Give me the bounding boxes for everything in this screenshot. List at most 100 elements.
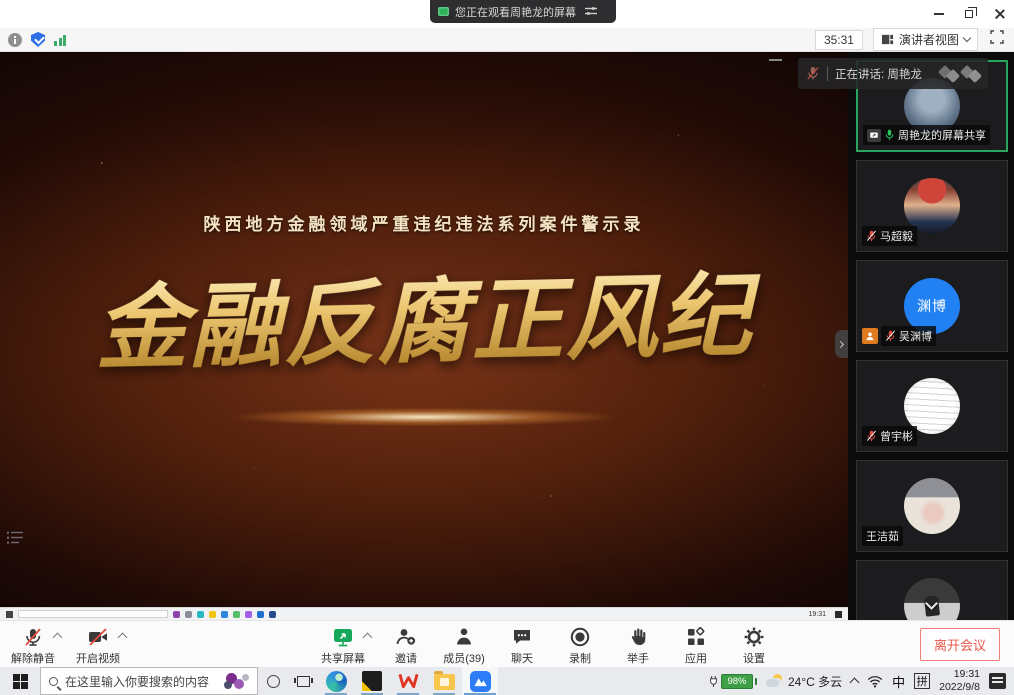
scroll-down-icon[interactable]	[922, 598, 940, 612]
raise-hand-icon	[627, 626, 649, 648]
action-center-icon[interactable]	[989, 673, 1006, 689]
participant-tile[interactable]: 曾宇彬	[856, 360, 1008, 452]
clock-date: 2022/9/8	[939, 681, 980, 694]
wps-icon	[398, 672, 419, 690]
banner-options-icon[interactable]	[584, 3, 598, 21]
battery-indicator[interactable]: 98%	[708, 674, 757, 689]
watching-screen-banner[interactable]: 您正在观看周艳龙的屏幕	[430, 0, 616, 23]
sidebar-collapse-handle[interactable]	[835, 330, 848, 358]
presenter-app-icon	[257, 611, 264, 618]
taskbar-app-dark[interactable]	[354, 667, 390, 695]
windows-logo-icon	[13, 674, 28, 689]
start-video-button[interactable]: 开启视频	[73, 622, 123, 666]
close-icon[interactable]	[984, 0, 1014, 28]
unmute-button[interactable]: 解除静音	[8, 622, 58, 666]
folder-icon	[434, 674, 455, 690]
ime-mode-button[interactable]: 拼	[914, 673, 930, 689]
task-view-button[interactable]	[288, 676, 318, 687]
task-view-icon	[297, 676, 310, 687]
battery-percent: 98%	[721, 674, 753, 689]
fullscreen-icon[interactable]	[988, 28, 1006, 51]
cortana-button[interactable]	[258, 675, 288, 688]
layout-view-icon	[881, 33, 894, 46]
meeting-toolbar: 解除静音 开启视频 共享屏幕 邀	[0, 620, 1014, 667]
shared-video-frame: 陕西地方金融领域严重违纪违法系列案件警示录 金融反腐正风纪	[0, 52, 848, 607]
mic-muted-icon	[866, 230, 877, 242]
participant-name: 马超毅	[880, 228, 913, 244]
shared-screen-stage: 陕西地方金融领域严重违纪违法系列案件警示录 金融反腐正风纪	[0, 52, 848, 620]
edge-icon	[326, 671, 347, 692]
presenter-start-icon	[6, 611, 13, 618]
taskbar-search-input[interactable]: 在这里输入你要搜索的内容	[40, 667, 258, 695]
presenter-app-icon	[209, 611, 216, 618]
participant-tile[interactable]: 王洁茹	[856, 460, 1008, 552]
weather-text: 24°C 多云	[788, 673, 842, 690]
view-mode-selector[interactable]: 演讲者视图	[873, 28, 978, 51]
weather-widget[interactable]: 24°C 多云	[766, 673, 842, 690]
ime-language-button[interactable]: 中	[892, 672, 905, 691]
chat-button[interactable]: 聊天	[497, 622, 547, 666]
taskbar-app-meeting[interactable]	[462, 667, 498, 695]
window-titlebar: 您正在观看周艳龙的屏幕	[0, 0, 1014, 28]
share-screen-button[interactable]: 共享屏幕	[318, 622, 368, 666]
invite-person-icon	[395, 626, 417, 648]
meeting-statusbar: 35:31 演讲者视图	[0, 28, 1014, 52]
restore-icon[interactable]	[954, 0, 984, 28]
video-subtitle: 陕西地方金融领域严重违纪违法系列案件警示录	[0, 210, 848, 235]
video-title: 金融反腐正风纪	[0, 239, 848, 390]
chevron-right-icon	[837, 340, 844, 347]
taskbar-app-edge[interactable]	[318, 667, 354, 695]
taskbar-app-files[interactable]	[426, 667, 462, 695]
meeting-app-window: 您正在观看周艳龙的屏幕 35:31 演讲者视图	[0, 0, 1014, 695]
minimize-icon[interactable]	[924, 0, 954, 28]
presenter-clock: 19:31	[808, 611, 826, 618]
record-button[interactable]: 录制	[555, 622, 605, 666]
taskbar-clock[interactable]: 19:31 2022/9/8	[939, 668, 980, 694]
watching-screen-text: 您正在观看周艳龙的屏幕	[455, 4, 576, 20]
participant-tile[interactable]: 马超毅	[856, 160, 1008, 252]
presenter-app-icon	[185, 611, 192, 618]
divider	[827, 66, 828, 81]
avatar-initials: 渊博	[917, 296, 947, 316]
overlay-minimize-dash-icon[interactable]	[769, 59, 782, 61]
search-icon	[49, 677, 58, 686]
participants-sidebar: 周艳龙的屏幕共享 马超毅 渊博	[848, 52, 1014, 620]
presenter-app-icon	[245, 611, 252, 618]
participant-name: 吴渊博	[899, 328, 932, 344]
presenter-app-icon	[197, 611, 204, 618]
presenter-app-icon	[233, 611, 240, 618]
network-signal-icon[interactable]	[54, 34, 66, 46]
security-shield-icon[interactable]	[31, 32, 45, 47]
presenter-app-icon	[221, 611, 228, 618]
audio-wave-icon	[940, 67, 980, 81]
settings-button[interactable]: 设置	[729, 622, 779, 666]
start-button[interactable]	[0, 667, 40, 695]
participant-tile[interactable]: 渊博 吴渊博	[856, 260, 1008, 352]
apps-button[interactable]: 应用	[671, 622, 721, 666]
search-placeholder: 在这里输入你要搜索的内容	[65, 673, 209, 690]
window-controls	[924, 0, 1014, 28]
raise-hand-button[interactable]: 举手	[613, 622, 663, 666]
tray-overflow-chevron-icon[interactable]	[850, 678, 860, 688]
mic-muted-icon	[22, 626, 44, 648]
wifi-icon[interactable]	[867, 675, 883, 688]
windows-taskbar: 在这里输入你要搜索的内容 98% 24°C 多云	[0, 667, 1014, 695]
invite-button[interactable]: 邀请	[381, 622, 431, 666]
playlist-icon[interactable]	[6, 530, 24, 550]
mic-on-icon	[884, 129, 895, 141]
leave-meeting-button[interactable]: 离开会议	[920, 628, 1000, 661]
members-icon	[453, 626, 475, 648]
meeting-info-icon[interactable]	[8, 33, 22, 47]
partly-cloudy-icon	[766, 674, 784, 688]
mobile-user-icon	[862, 328, 878, 344]
record-icon	[569, 626, 591, 648]
share-screen-icon	[332, 626, 354, 648]
avatar	[904, 478, 960, 534]
mic-muted-icon	[885, 330, 896, 342]
now-speaking-overlay[interactable]: 正在讲话: 周艳龙	[798, 58, 988, 89]
presenter-tray-icon	[835, 611, 842, 618]
now-speaking-label: 正在讲话: 周艳龙	[835, 66, 922, 82]
taskbar-app-wps[interactable]	[390, 667, 426, 695]
search-highlights-icon	[223, 672, 249, 690]
members-button[interactable]: 成员(39)	[439, 622, 489, 666]
